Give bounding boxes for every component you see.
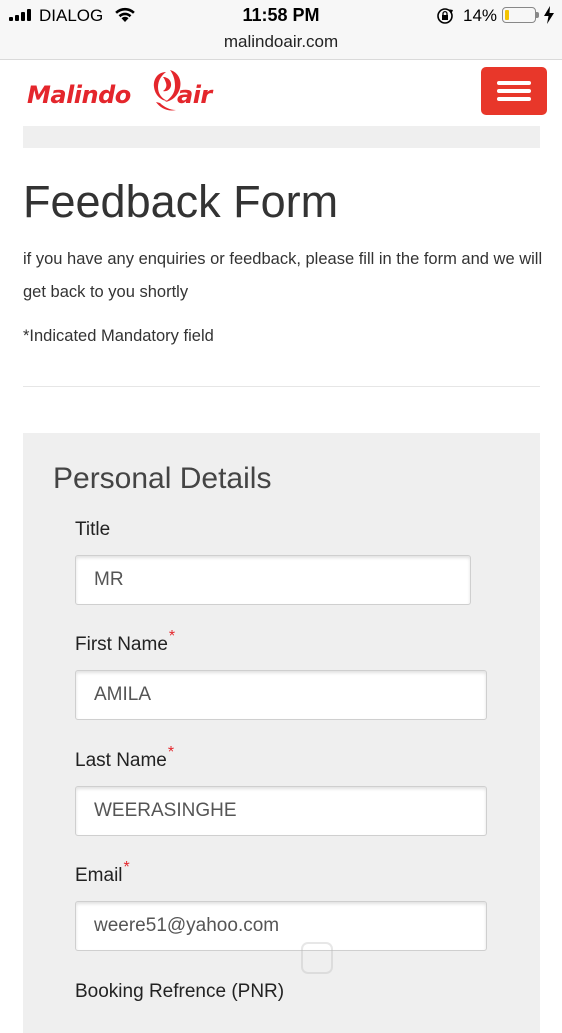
rotation-lock-icon (437, 8, 453, 24)
section-divider (23, 386, 540, 387)
required-marker: * (123, 859, 130, 876)
email-label-text: Email (75, 865, 123, 886)
menu-bar-icon (497, 81, 531, 85)
first-name-field[interactable] (75, 670, 487, 720)
title-field[interactable] (75, 555, 471, 605)
last-name-label: Last Name* (75, 744, 174, 772)
status-bar: DIALOG 11:58 PM 14% (0, 0, 562, 30)
last-name-label-text: Last Name (75, 750, 167, 771)
first-name-label-text: First Name (75, 634, 168, 655)
malindo-air-logo[interactable]: Malindo air (27, 68, 237, 114)
hamburger-menu-button[interactable] (481, 67, 547, 115)
menu-bar-icon (497, 89, 531, 93)
logo-text-malindo: Malindo (27, 81, 131, 109)
title-label: Title (75, 519, 110, 541)
booking-reference-label-text: Booking Refrence (PNR) (75, 981, 285, 1002)
battery-level (505, 10, 509, 20)
page-title: Feedback Form (23, 176, 339, 227)
title-label-text: Title (75, 519, 111, 540)
required-marker: * (168, 628, 176, 645)
email-field[interactable] (75, 901, 487, 951)
url-text[interactable]: malindoair.com (0, 32, 562, 52)
top-banner-strip (23, 126, 540, 148)
site-header: Malindo air (0, 60, 562, 126)
battery-percentage: 14% (463, 6, 498, 25)
battery-tip (536, 12, 539, 18)
first-name-label: First Name* (75, 628, 175, 656)
menu-bar-icon (497, 97, 531, 101)
logo-text-air: air (177, 81, 212, 109)
charging-bolt-icon (544, 6, 554, 24)
mandatory-field-note: *Indicated Mandatory field (23, 327, 214, 345)
section-title-personal-details: Personal Details (53, 462, 272, 495)
last-name-field[interactable] (75, 786, 487, 836)
required-marker: * (167, 744, 175, 761)
address-bar[interactable]: malindoair.com (0, 30, 562, 60)
email-label: Email* (75, 859, 130, 887)
intro-text: if you have any enquiries or feedback, p… (23, 250, 543, 301)
battery-icon (502, 7, 536, 23)
